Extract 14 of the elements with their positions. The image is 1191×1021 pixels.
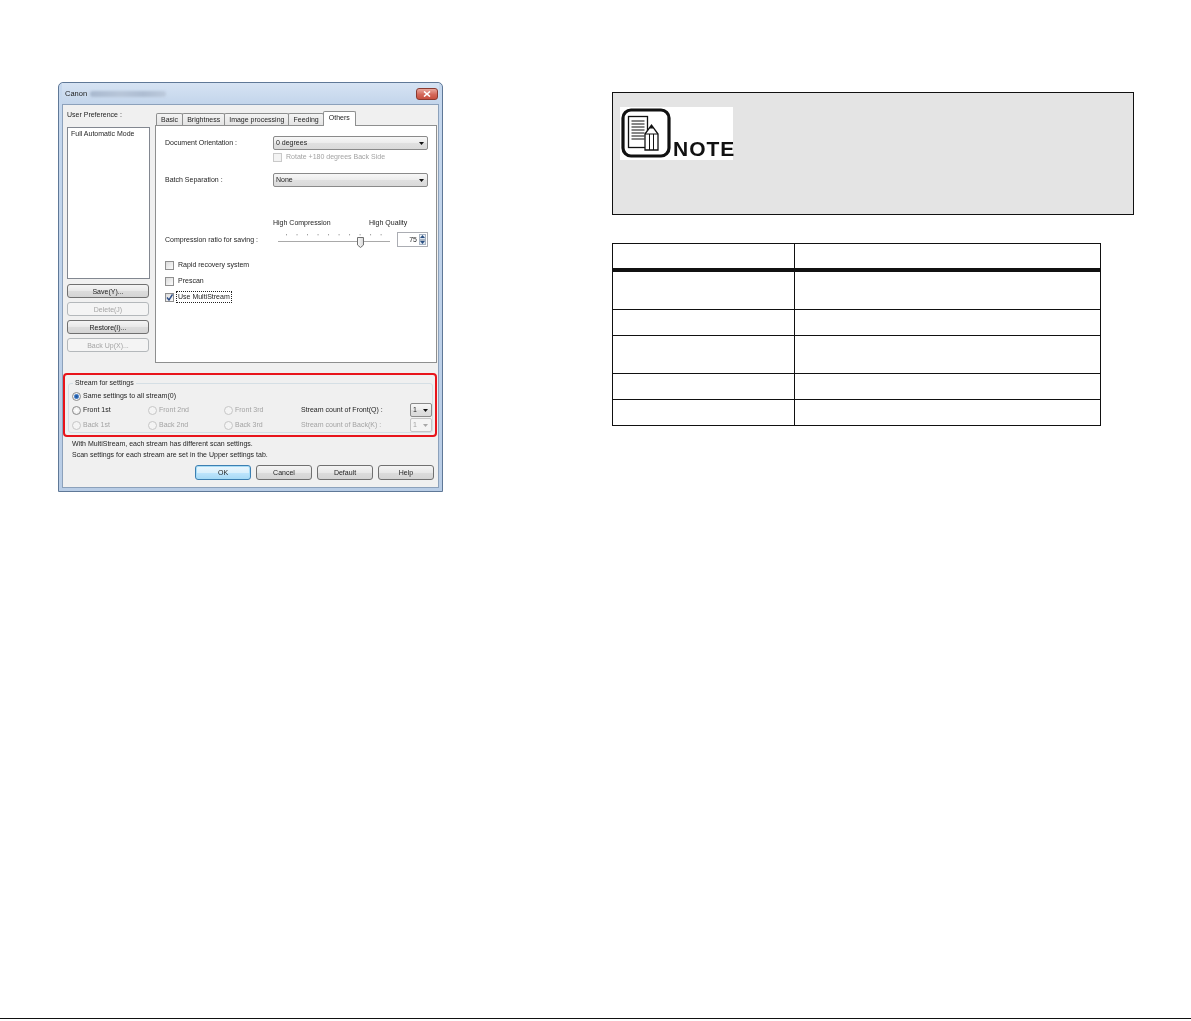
caret-icon [423,408,428,412]
close-icon [423,90,431,97]
checkbox[interactable] [165,276,174,286]
checkbox[interactable] [165,260,174,270]
note-label: NOTE [673,139,736,159]
caret-icon [423,423,428,427]
caret-icon [419,141,424,145]
checkmark-icon [166,293,173,301]
caret-icon [419,178,424,182]
slider-thumb[interactable] [357,236,365,248]
checkbox[interactable] [165,292,174,302]
radio-button[interactable] [72,405,81,415]
radio-button[interactable] [72,391,81,401]
close-button[interactable] [416,87,438,100]
